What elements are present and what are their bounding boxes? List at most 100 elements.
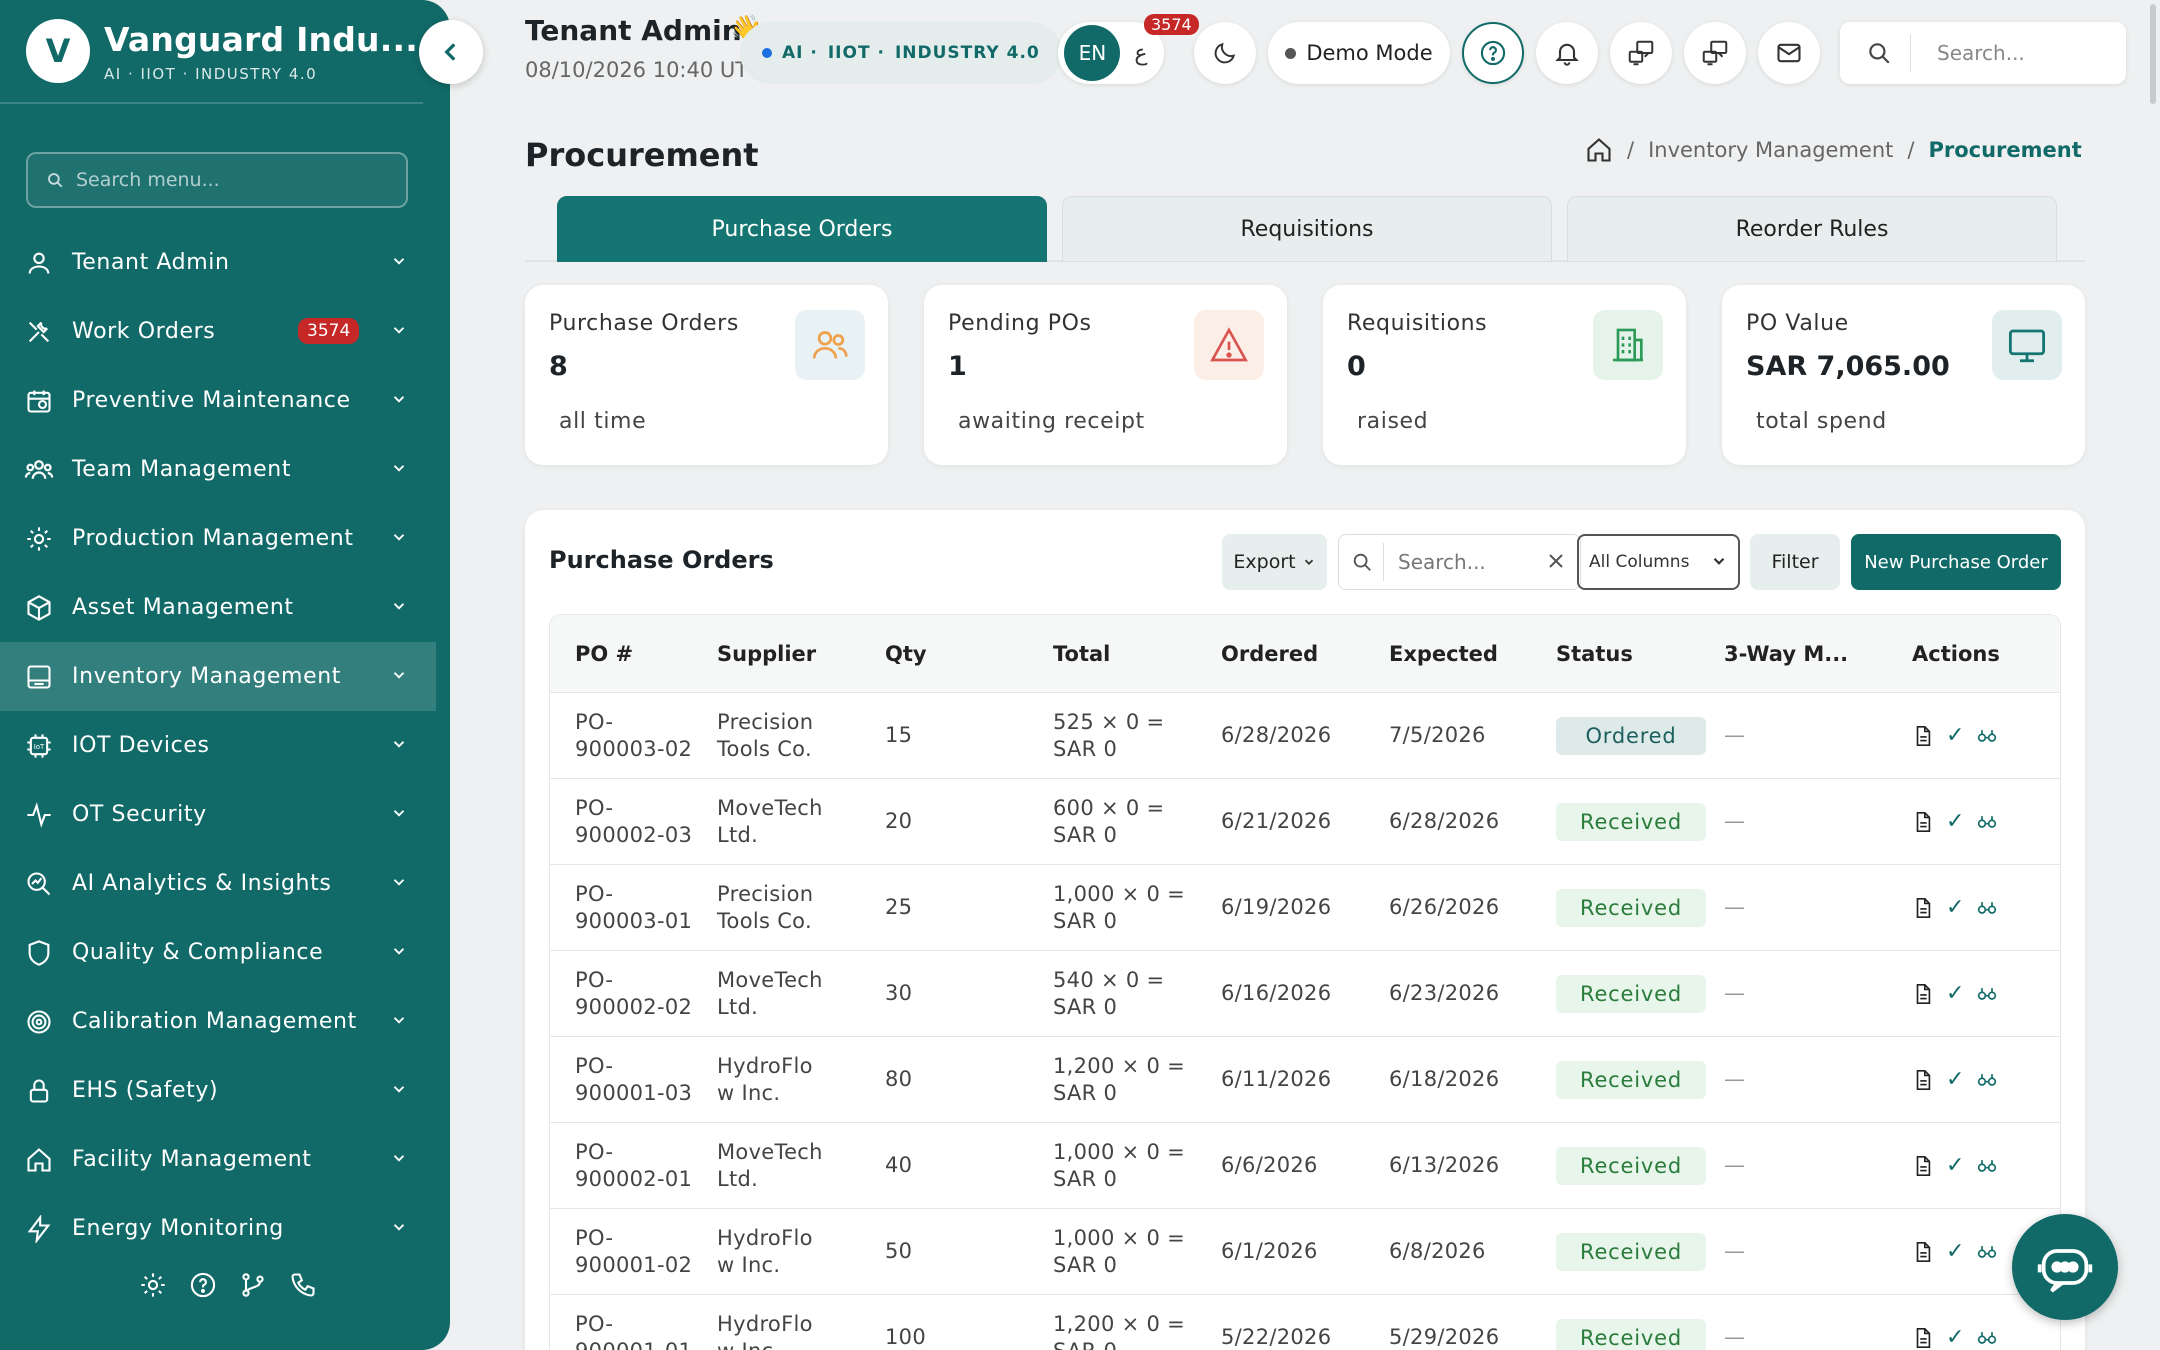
tab-reorder-rules[interactable]: Reorder Rules [1567, 196, 2057, 262]
menu-search-input[interactable]: Search menu... [26, 152, 408, 208]
sidebar-item-facility-management[interactable]: Facility Management [0, 1125, 436, 1194]
three-way-match-icon[interactable] [1977, 1328, 1997, 1348]
sidebar-collapse-button[interactable] [419, 20, 483, 84]
table-row[interactable]: PO- 900001-03 HydroFlo w Inc. 80 1,200 × 0 = S… [550, 1037, 2060, 1123]
three-way-match-icon[interactable] [1977, 984, 1997, 1004]
sidebar-item-quality-compliance[interactable]: Quality & Compliance [0, 918, 436, 987]
table-row[interactable]: PO- 900002-02 MoveTech Ltd. 30 540 × 0 = SAR 0… [550, 951, 2060, 1037]
export-button[interactable]: Export [1222, 534, 1327, 590]
sidebar-item-production-management[interactable]: Production Management [0, 504, 436, 573]
help-icon[interactable] [188, 1270, 218, 1300]
three-way-match-icon[interactable] [1977, 1242, 1997, 1262]
clear-search-icon[interactable] [1544, 549, 1568, 573]
receive-check-icon[interactable]: ✓ [1946, 894, 1965, 921]
supplier-line-2: w Inc. [717, 1080, 781, 1105]
view-document-icon[interactable] [1912, 1069, 1934, 1091]
settings-icon[interactable] [138, 1270, 168, 1300]
messages-button[interactable] [1758, 22, 1820, 84]
receive-check-icon[interactable]: ✓ [1946, 808, 1965, 835]
receive-check-icon[interactable]: ✓ [1946, 1066, 1965, 1093]
column-header-qty[interactable]: Qty [885, 642, 1053, 666]
table-row[interactable]: PO- 900001-02 HydroFlo w Inc. 50 1,000 × 0 = S… [550, 1209, 2060, 1295]
table-row[interactable]: PO- 900002-01 MoveTech Ltd. 40 1,000 × 0 = SAR… [550, 1123, 2060, 1209]
chat-assistant-button[interactable] [2012, 1214, 2118, 1320]
filter-button[interactable]: Filter [1750, 534, 1840, 590]
column-select[interactable]: All Columns [1577, 534, 1740, 590]
remote-disconnect-button[interactable] [1684, 22, 1746, 84]
home-icon[interactable] [1585, 136, 1613, 164]
sidebar-item-inventory-management[interactable]: Inventory Management [0, 642, 436, 711]
three-way-match-icon[interactable] [1977, 898, 1997, 918]
receive-check-icon[interactable]: ✓ [1946, 980, 1965, 1007]
tab-purchase-orders[interactable]: Purchase Orders [557, 196, 1047, 262]
total-amount: SAR 0 [1053, 908, 1118, 933]
view-document-icon[interactable] [1912, 1241, 1934, 1263]
sidebar-item-ot-security[interactable]: OT Security [0, 780, 436, 849]
view-document-icon[interactable] [1912, 1327, 1934, 1349]
po-prefix: PO- [575, 709, 614, 734]
column-header-status[interactable]: Status [1556, 642, 1724, 666]
receive-check-icon[interactable]: ✓ [1946, 1324, 1965, 1350]
sidebar-item-ehs-safety[interactable]: EHS (Safety) [0, 1056, 436, 1125]
export-label: Export [1233, 551, 1296, 573]
remote-connect-button[interactable] [1610, 22, 1672, 84]
status-badge: Received [1556, 1060, 1706, 1099]
table-row[interactable]: PO- 900003-01 Precision Tools Co. 25 1,000 × … [550, 865, 2060, 951]
phone-icon[interactable] [288, 1270, 318, 1300]
receive-check-icon[interactable]: ✓ [1946, 722, 1965, 749]
view-document-icon[interactable] [1912, 983, 1934, 1005]
lang-ar-button[interactable]: ع [1134, 41, 1147, 66]
branch-icon[interactable] [238, 1270, 268, 1300]
column-header-total[interactable]: Total [1053, 642, 1221, 666]
procurement-tabs: Purchase Orders Requisitions Reorder Rul… [525, 194, 2085, 262]
purchase-orders-panel: Purchase Orders Export Search... All Col… [525, 510, 2085, 1350]
breadcrumb-section[interactable]: Inventory Management [1648, 138, 1893, 162]
three-way-match-icon[interactable] [1977, 812, 1997, 832]
table-row[interactable]: PO- 900003-02 Precision Tools Co. 15 525 × 0 … [550, 693, 2060, 779]
new-purchase-order-button[interactable]: New Purchase Order [1851, 534, 2061, 590]
global-search-input[interactable]: Search... [1840, 22, 2126, 84]
demo-mode-toggle[interactable]: Demo Mode [1268, 22, 1450, 84]
sidebar-item-preventive-maintenance[interactable]: Preventive Maintenance [0, 366, 436, 435]
column-header-ordered[interactable]: Ordered [1221, 642, 1389, 666]
view-document-icon[interactable] [1912, 897, 1934, 919]
sidebar-item-label: Energy Monitoring [72, 1216, 284, 1241]
receive-check-icon[interactable]: ✓ [1946, 1152, 1965, 1179]
stat-value: 8 [549, 351, 568, 382]
receive-check-icon[interactable]: ✓ [1946, 1238, 1965, 1265]
total-formula: 1,200 × 0 = [1053, 1311, 1185, 1336]
three-way-match-icon[interactable] [1977, 1156, 1997, 1176]
page-scrollbar-thumb[interactable] [2150, 4, 2156, 104]
notifications-button[interactable] [1536, 22, 1598, 84]
three-way-match-icon[interactable] [1977, 1070, 1997, 1090]
lang-en-button[interactable]: EN [1064, 25, 1121, 81]
sidebar-item-asset-management[interactable]: Asset Management [0, 573, 436, 642]
supplier-line-2: w Inc. [717, 1338, 885, 1350]
table-row[interactable]: PO- 900001-01HydroFlo w Inc.100 1,200 × 0 =… [550, 1295, 2060, 1350]
three-way-match-icon[interactable] [1977, 726, 1997, 746]
column-header-three-way-match[interactable]: 3-Way M... [1724, 642, 1912, 666]
brand[interactable]: V Vanguard Indu... AI · IIOT · INDUSTRY … [0, 0, 423, 104]
column-header-expected[interactable]: Expected [1389, 642, 1556, 666]
table-row[interactable]: PO- 900002-03 MoveTech Ltd. 20 600 × 0 = SAR 0… [550, 779, 2060, 865]
view-document-icon[interactable] [1912, 1155, 1934, 1177]
sidebar-item-ai-analytics[interactable]: AI Analytics & Insights [0, 849, 436, 918]
sidebar-item-calibration-management[interactable]: Calibration Management [0, 987, 436, 1056]
theme-toggle-button[interactable] [1194, 22, 1256, 84]
cell-status: Received [1556, 1232, 1724, 1271]
sidebar-item-tenant-admin[interactable]: Tenant Admin [0, 228, 436, 297]
page-scrollbar[interactable] [2148, 0, 2160, 1350]
sidebar-item-energy-monitoring[interactable]: Energy Monitoring [0, 1194, 436, 1263]
table-search-input[interactable]: Search... [1338, 534, 1581, 590]
column-header-po[interactable]: PO # [550, 642, 717, 666]
tab-requisitions[interactable]: Requisitions [1062, 196, 1552, 262]
view-document-icon[interactable] [1912, 725, 1934, 747]
sidebar-item-team-management[interactable]: Team Management [0, 435, 436, 504]
sidebar-item-work-orders[interactable]: Work Orders 3574 [0, 297, 436, 366]
view-document-icon[interactable] [1912, 811, 1934, 833]
search-divider [1910, 34, 1911, 72]
cell-actions: ✓ [1912, 1066, 2052, 1093]
help-button[interactable] [1462, 22, 1524, 84]
sidebar-item-iot-devices[interactable]: IoT IOT Devices [0, 711, 436, 780]
column-header-supplier[interactable]: Supplier [717, 642, 885, 666]
